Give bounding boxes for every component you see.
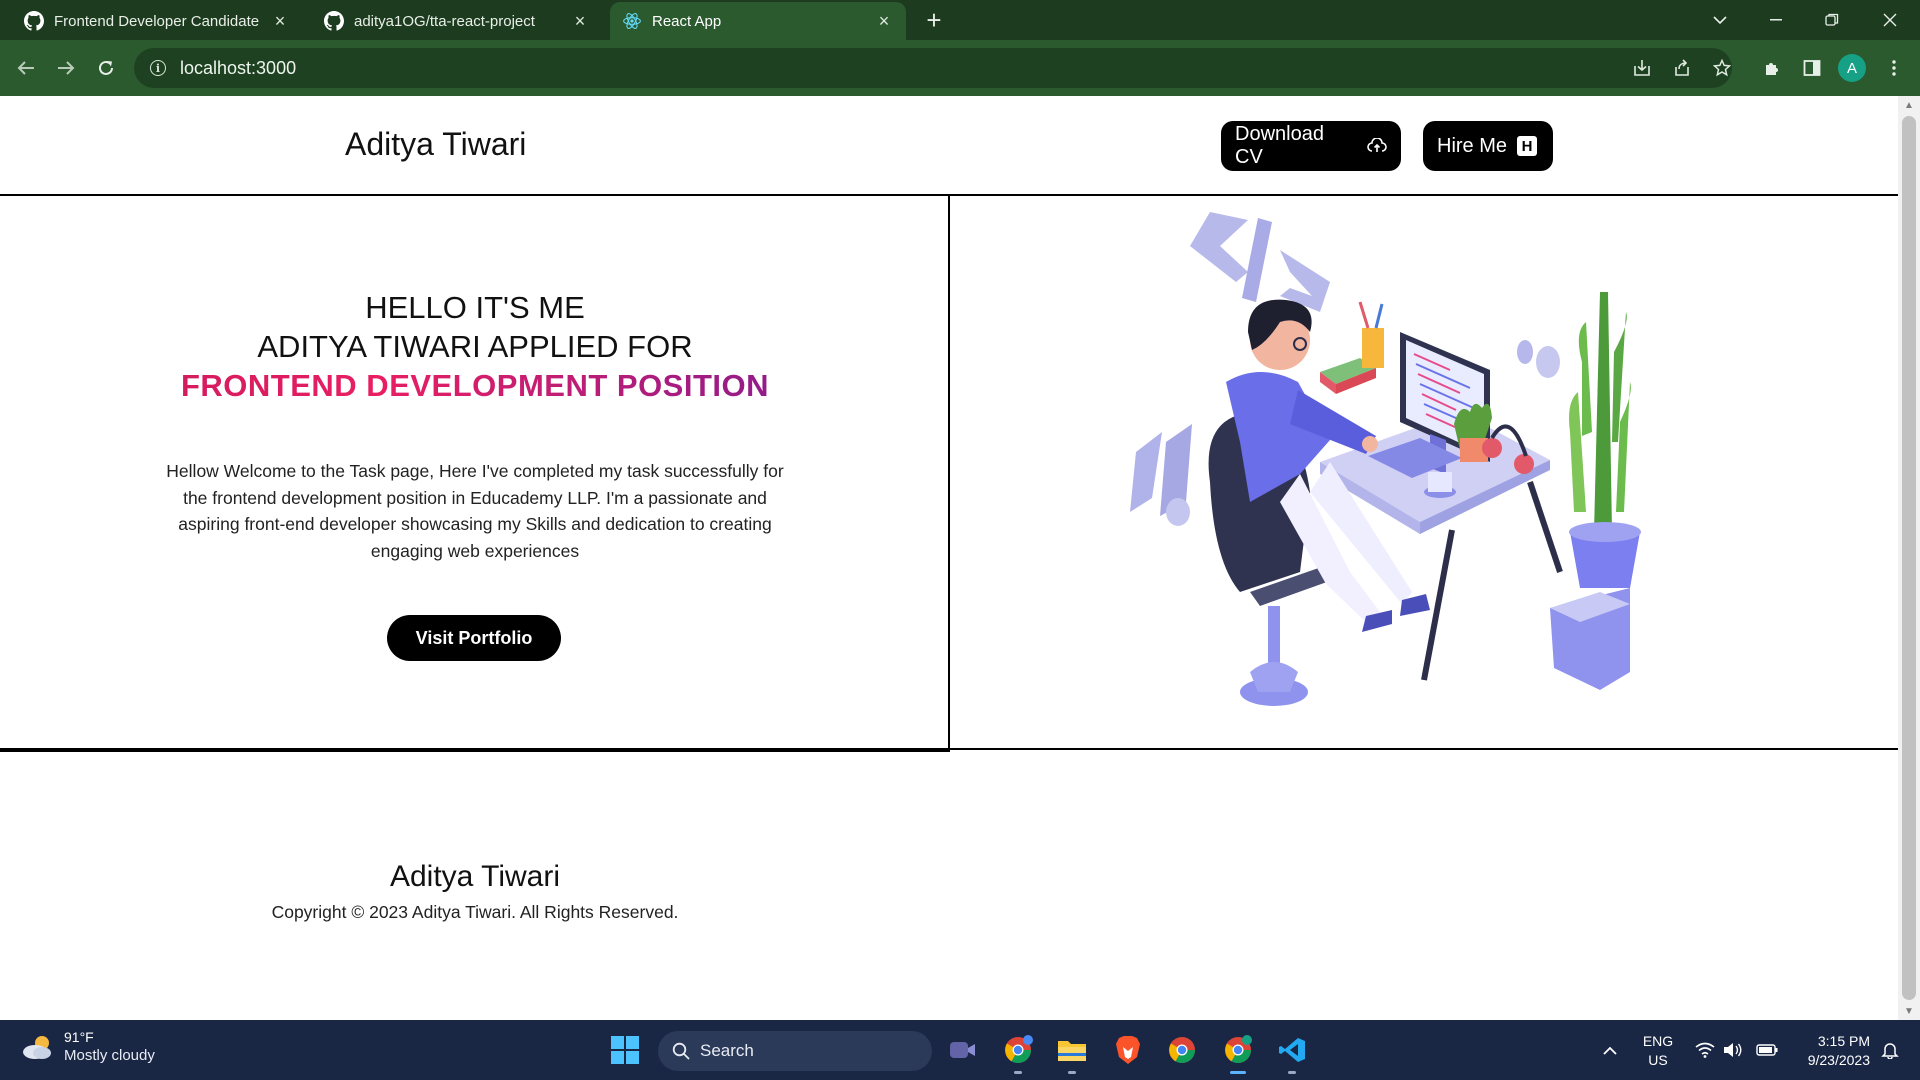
tab-title: React App [652,12,722,30]
address-bar[interactable]: i localhost:3000 [134,48,1732,88]
profile-avatar[interactable]: A [1838,54,1866,82]
scroll-up-arrow-icon[interactable]: ▲ [1898,96,1920,114]
hero-heading-line2: ADITYA TIWARI APPLIED FOR [257,329,693,364]
tab-search-chevron-icon[interactable] [1692,0,1748,40]
partly-cloudy-icon [23,1035,51,1059]
site-info-icon[interactable]: i [150,60,166,76]
region-code: US [1648,1052,1668,1068]
weather-widget[interactable]: 91°F Mostly cloudy [20,1028,155,1065]
running-indicator [1230,1071,1246,1074]
forward-arrow-icon[interactable] [48,50,84,86]
vscode-icon[interactable] [1274,1032,1310,1074]
input-language-indicator[interactable]: ENG US [1640,1032,1676,1070]
cloud-upload-icon [1367,138,1387,154]
reload-icon[interactable] [88,50,124,86]
close-icon[interactable]: × [570,11,590,31]
page-scrollbar[interactable]: ▲ ▼ [1898,96,1920,1020]
browser-tab-bar: Frontend Developer Candidate S × aditya1… [0,0,1920,40]
page-viewport: Aditya Tiwari Download CV Hire Me H HELL… [0,96,1898,1020]
tab-tta-react-project[interactable]: aditya1OG/tta-react-project × [312,2,602,40]
tray-overflow-chevron-icon[interactable] [1596,1020,1624,1080]
bookmark-star-icon[interactable] [1704,50,1740,86]
running-indicator [1068,1071,1076,1074]
install-app-icon[interactable] [1624,50,1660,86]
clock-time: 3:15 PM [1817,1033,1870,1049]
github-icon [24,11,44,31]
url-text: localhost:3000 [180,57,297,78]
taskbar-clock[interactable]: 3:15 PM 9/23/2023 [1790,1032,1870,1070]
weather-condition: Mostly cloudy [64,1047,155,1064]
taskbar-search-label: Search [700,1041,754,1060]
notification-bell-icon[interactable] [1876,1020,1904,1080]
hire-me-button[interactable]: Hire Me H [1423,121,1553,171]
chrome-profile-icon[interactable] [1000,1032,1036,1074]
clock-date: 9/23/2023 [1807,1052,1870,1068]
tab-title: Frontend Developer Candidate S [54,12,264,30]
footer-name: Aditya Tiwari [389,860,561,893]
side-panel-icon[interactable] [1794,50,1830,86]
github-icon [324,11,344,31]
taskbar-search-box[interactable]: Search [658,1031,932,1071]
chrome-icon[interactable] [1164,1032,1200,1068]
footer-copyright: Copyright © 2023 Aditya Tiwari. All Righ… [271,902,679,922]
windows-start-icon[interactable] [610,1035,640,1065]
minimize-icon[interactable] [1748,0,1804,40]
running-indicator [1014,1071,1022,1074]
chrome-active-profile-icon[interactable] [1220,1032,1256,1074]
hero-description: Hellow Welcome to the Task page, Here I'… [166,461,784,561]
visit-portfolio-button[interactable]: Visit Portfolio [387,615,561,661]
meet-video-icon[interactable] [944,1032,980,1068]
react-icon [623,13,641,29]
weather-temperature: 91°F [64,1029,94,1045]
close-icon[interactable]: × [874,11,894,31]
file-explorer-icon[interactable] [1054,1032,1090,1074]
scroll-thumb[interactable] [1902,116,1916,1000]
hire-badge-icon: H [1517,136,1538,156]
language-code: ENG [1642,1033,1674,1049]
tab-title: aditya1OG/tta-react-project [354,12,535,30]
scroll-down-arrow-icon[interactable]: ▼ [1898,1002,1920,1020]
hero-heading-position: FRONTEND DEVELOPMENT POSITION [0,366,950,405]
tab-react-app[interactable]: React App × [610,2,906,40]
brave-browser-icon[interactable] [1110,1032,1146,1068]
download-cv-label: Download CV [1235,123,1324,168]
site-header: Aditya Tiwari Download CV Hire Me H [0,96,1898,196]
running-indicator [1288,1071,1296,1074]
browser-toolbar: i localhost:3000 A [0,40,1920,96]
new-tab-button[interactable]: + [920,5,948,35]
restore-icon[interactable] [1804,0,1860,40]
download-cv-button[interactable]: Download CV [1221,121,1401,171]
hero-intro-section: HELLO IT'S ME ADITYA TIWARI APPLIED FOR … [0,196,950,752]
wifi-icon[interactable] [1692,1020,1718,1080]
kebab-menu-icon[interactable] [1876,50,1912,86]
code-tag-icon [1190,212,1330,312]
battery-icon[interactable] [1752,1020,1782,1080]
developer-at-desk-illustration [1130,212,1641,706]
share-icon[interactable] [1664,50,1700,86]
close-icon[interactable]: × [270,11,290,31]
back-arrow-icon[interactable] [8,50,44,86]
search-icon [672,1042,690,1060]
volume-icon[interactable] [1720,1020,1746,1080]
extensions-puzzle-icon[interactable] [1754,50,1790,86]
tab-frontend-developer-candidate[interactable]: Frontend Developer Candidate S × [12,2,302,40]
hero-heading: HELLO IT'S ME ADITYA TIWARI APPLIED FOR … [0,288,950,405]
brand-name[interactable]: Aditya Tiwari [345,126,526,163]
hero-illustration-section [950,196,1898,750]
hire-me-label: Hire Me [1437,134,1508,157]
close-window-icon[interactable] [1862,0,1918,40]
hire-badge-letter: H [1517,136,1538,156]
hero-heading-line1: HELLO IT'S ME [365,290,585,325]
windows-taskbar: 91°F Mostly cloudy Search ENG US 3:15 PM… [0,1020,1920,1080]
